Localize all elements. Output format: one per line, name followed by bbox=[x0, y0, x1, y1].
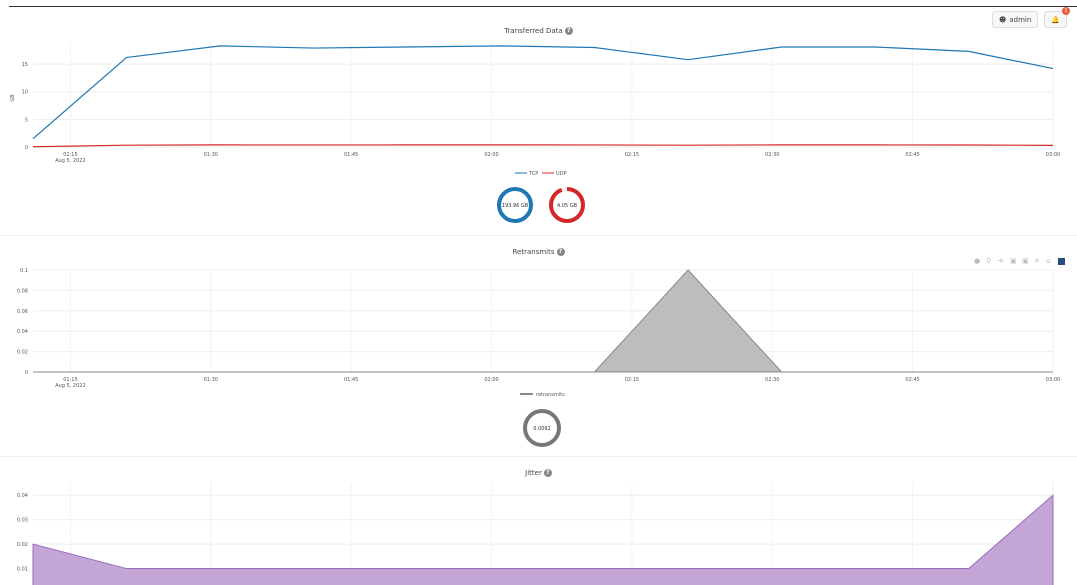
y-tick-label: 0.02 bbox=[17, 542, 28, 548]
x-date-label: Aug 5, 2022 bbox=[55, 158, 85, 164]
retransmits-chart: 00.020.040.060.080.101:15 01:30 01:45 02:00… bbox=[17, 268, 1060, 398]
notifications-button[interactable]: 🔔 1 bbox=[1044, 7, 1070, 28]
legend-label-udp: UDP bbox=[556, 171, 567, 177]
retransmits-area bbox=[33, 269, 1053, 373]
x-tick-label: 03:00 bbox=[1046, 152, 1060, 158]
y-tick-label: 10 bbox=[22, 90, 28, 96]
x-date-label: Aug 5, 2022 bbox=[55, 383, 85, 389]
help-icon[interactable]: ? bbox=[556, 248, 565, 256]
y-tick-label: 0.06 bbox=[17, 309, 28, 315]
y-tick-label: 0.1 bbox=[20, 268, 28, 274]
tcp-donut-label: 193.96 GB bbox=[502, 203, 529, 209]
divider-1 bbox=[0, 235, 1077, 236]
help-icon[interactable]: ? bbox=[564, 27, 573, 35]
y-tick-label: 0 bbox=[25, 370, 28, 376]
x-tick-label: 02:00 bbox=[484, 377, 498, 383]
x-tick-label: 02:00 bbox=[484, 152, 498, 158]
divider-2 bbox=[0, 456, 1077, 457]
help-icon[interactable]: ? bbox=[543, 469, 552, 477]
x-tick-label: 02:45 bbox=[905, 152, 919, 158]
y-tick-label: 15 bbox=[22, 62, 28, 68]
user-icon: ☻ bbox=[999, 15, 1007, 24]
jitter-chart: 0.01 0.02 0.03 0.04 bbox=[17, 483, 1054, 585]
legend-label-retransmits: retransmits bbox=[536, 392, 565, 398]
transferred-title: Transferred Data? bbox=[0, 27, 1077, 35]
x-tick-label: 02:45 bbox=[905, 377, 919, 383]
retransmits-donut-label: 0.0092 bbox=[533, 426, 551, 432]
x-tick-label: 02:30 bbox=[765, 377, 779, 383]
top-bar: ☻ admin 🔔 1 bbox=[992, 7, 1070, 28]
x-tick-label: 03:00 bbox=[1046, 377, 1060, 383]
y-tick-label: 0.02 bbox=[17, 350, 28, 356]
jitter-area bbox=[32, 494, 1054, 585]
user-label: admin bbox=[1009, 15, 1032, 24]
top-rule bbox=[9, 6, 1077, 7]
y-tick-label: 0.04 bbox=[17, 493, 28, 499]
transferred-donuts: 193.96 GB 4.05 GB bbox=[497, 187, 585, 223]
legend-label-tcp: TCP bbox=[528, 171, 538, 177]
y-tick-label: 0.04 bbox=[17, 329, 28, 335]
y-tick-label: 0.08 bbox=[17, 288, 28, 294]
x-tick-label: 02:15 bbox=[625, 377, 639, 383]
x-tick-label: 01:30 bbox=[204, 152, 218, 158]
udp-donut-label: 4.05 GB bbox=[557, 203, 578, 209]
retransmits-title: Retransmits? bbox=[0, 248, 1077, 256]
y-tick-label: 0.01 bbox=[17, 567, 28, 573]
y-axis-label: GB bbox=[10, 94, 16, 102]
y-tick-label: 5 bbox=[25, 117, 28, 123]
x-tick-label: 02:15 bbox=[625, 152, 639, 158]
y-tick-label: 0 bbox=[25, 145, 28, 151]
series-line-tcp bbox=[32, 45, 1054, 140]
x-tick-label: 02:30 bbox=[765, 152, 779, 158]
transferred-chart: 05101501:15 01:30 01:45 02:00 02:15 02:30 02:4… bbox=[10, 42, 1060, 177]
retransmits-donut-wrap: 0.0092 bbox=[523, 409, 561, 447]
y-tick-label: 0.03 bbox=[17, 518, 28, 524]
user-menu-button[interactable]: ☻ admin bbox=[992, 11, 1039, 28]
x-tick-label: 01:45 bbox=[344, 377, 358, 383]
notification-badge: 1 bbox=[1062, 7, 1070, 15]
x-tick-label: 01:30 bbox=[204, 377, 218, 383]
x-tick-label: 01:45 bbox=[344, 152, 358, 158]
bell-icon: 🔔 bbox=[1051, 15, 1060, 24]
series-line-udp bbox=[32, 144, 1054, 148]
jitter-title: Jitter? bbox=[0, 469, 1077, 477]
